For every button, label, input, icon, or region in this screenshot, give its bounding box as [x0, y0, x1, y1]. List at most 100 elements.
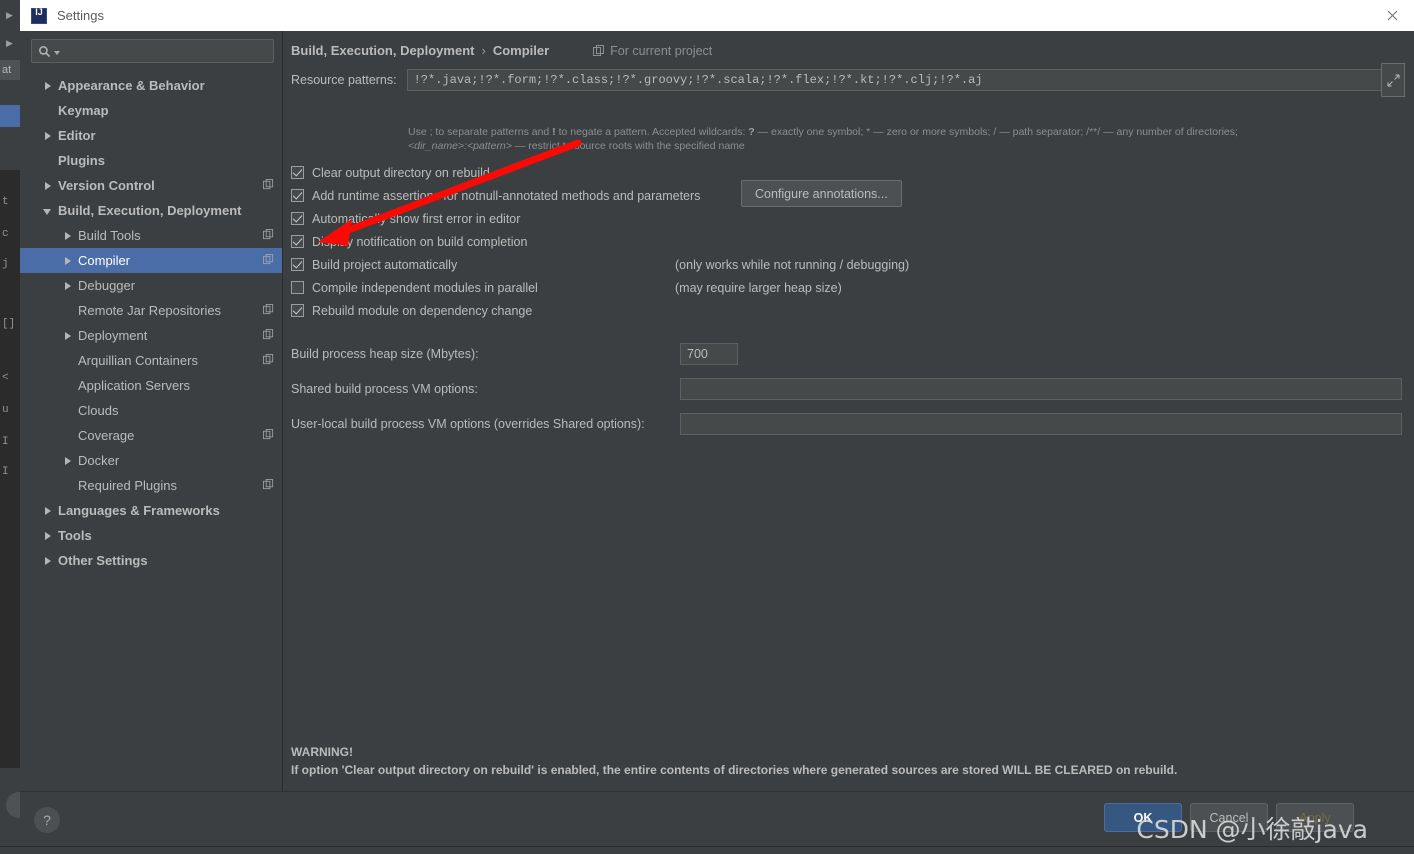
sidebar-item-label: Required Plugins [78, 478, 177, 493]
checkbox-label[interactable]: Add runtime assertions for notnull-annot… [312, 189, 700, 203]
checkbox-automatically-show-first-error-in-editor[interactable] [291, 212, 304, 225]
background-code-line: c [2, 228, 9, 240]
chevron-right-icon[interactable] [42, 505, 54, 517]
sidebar-item-arquillian-containers[interactable]: Arquillian Containers [20, 348, 282, 373]
chevron-right-icon[interactable] [42, 555, 54, 567]
chevron-down-icon[interactable] [42, 205, 54, 217]
chevron-right-icon[interactable] [62, 230, 74, 242]
sidebar-item-version-control[interactable]: Version Control [20, 173, 282, 198]
sidebar-item-label: Deployment [78, 328, 147, 343]
chevron-right-icon[interactable] [62, 330, 74, 342]
sidebar-item-languages-frameworks[interactable]: Languages & Frameworks [20, 498, 282, 523]
sidebar-item-appearance-behavior[interactable]: Appearance & Behavior [20, 73, 282, 98]
sidebar-item-label: Keymap [58, 103, 109, 118]
checkbox-display-notification-on-build-completion[interactable] [291, 235, 304, 248]
checkbox-rebuild-module-on-dependency-change[interactable] [291, 304, 304, 317]
checkbox-label[interactable]: Display notification on build completion [312, 235, 527, 249]
warning-message: WARNING! If option 'Clear output directo… [291, 743, 1404, 779]
project-scope-icon [263, 327, 274, 345]
checkbox-note: (only works while not running / debuggin… [675, 258, 909, 272]
input-user-local-build-process-vm-options-overrides-shared-options[interactable] [680, 413, 1402, 435]
background-code-line: [] [2, 318, 15, 330]
resource-patterns-row: Resource patterns: [291, 69, 1404, 91]
cancel-button[interactable]: Cancel [1190, 803, 1268, 832]
sidebar-item-debugger[interactable]: Debugger [20, 273, 282, 298]
project-scope-icon [263, 302, 274, 320]
window-bottom-bar [0, 846, 1414, 854]
project-scope-icon [263, 329, 274, 340]
sidebar-item-remote-jar-repositories[interactable]: Remote Jar Repositories [20, 298, 282, 323]
breadcrumb-current: Compiler [493, 43, 549, 58]
warning-body: If option 'Clear output directory on reb… [291, 761, 1404, 779]
close-icon [1386, 9, 1399, 22]
close-button[interactable] [1370, 0, 1414, 31]
compiler-field-list: Build process heap size (Mbytes):Shared … [291, 336, 1404, 441]
dialog-body: Appearance & Behavior Keymap EditorPlugins… [20, 31, 1414, 791]
sidebar-item-deployment[interactable]: Deployment [20, 323, 282, 348]
sidebar-item-label: Version Control [58, 178, 155, 193]
settings-tree: Appearance & Behavior Keymap EditorPlugins… [20, 73, 282, 573]
chevron-right-icon[interactable] [42, 80, 54, 92]
sidebar-item-label: Build, Execution, Deployment [58, 203, 241, 218]
breadcrumb-parent[interactable]: Build, Execution, Deployment [291, 43, 474, 58]
chevron-right-icon[interactable] [42, 530, 54, 542]
sidebar-item-editor[interactable]: Editor [20, 123, 282, 148]
configure-annotations-button[interactable]: Configure annotations... [741, 180, 902, 207]
sidebar-item-label: Appearance & Behavior [58, 78, 205, 93]
sidebar-item-label: Remote Jar Repositories [78, 303, 221, 318]
chevron-right-icon[interactable] [42, 130, 54, 142]
apply-button[interactable]: Apply [1276, 803, 1354, 832]
checkbox-label[interactable]: Clear output directory on rebuild [312, 166, 490, 180]
sidebar-item-clouds[interactable]: Clouds [20, 398, 282, 423]
sidebar-item-required-plugins[interactable]: Required Plugins [20, 473, 282, 498]
chevron-right-icon[interactable] [62, 455, 74, 467]
checkbox-label[interactable]: Rebuild module on dependency change [312, 304, 532, 318]
background-arrow-icon: ▶ [6, 38, 13, 49]
sidebar-item-other-settings[interactable]: Other Settings [20, 548, 282, 573]
sidebar-item-tools[interactable]: Tools [20, 523, 282, 548]
checkbox-compile-independent-modules-in-parallel[interactable] [291, 281, 304, 294]
search-input[interactable] [60, 43, 273, 59]
sidebar-item-compiler[interactable]: Compiler [20, 248, 282, 273]
sidebar-item-plugins[interactable]: Plugins [20, 148, 282, 173]
field-row: User-local build process VM options (ove… [291, 406, 1404, 441]
dialog-titlebar: Settings [20, 0, 1414, 31]
sidebar-item-keymap[interactable]: Keymap [20, 98, 282, 123]
chevron-right-icon[interactable] [62, 255, 74, 267]
checkbox-label[interactable]: Automatically show first error in editor [312, 212, 520, 226]
sidebar-item-coverage[interactable]: Coverage [20, 423, 282, 448]
sidebar-item-label: Coverage [78, 428, 134, 443]
search-box[interactable] [31, 39, 274, 63]
hint-text-c: to negate a pattern. Accepted wildcards: [556, 126, 749, 138]
sidebar-item-docker[interactable]: Docker [20, 448, 282, 473]
field-label: Build process heap size (Mbytes): [291, 347, 479, 361]
input-build-process-heap-size-mbytes[interactable] [680, 343, 738, 365]
checkbox-label[interactable]: Compile independent modules in parallel [312, 281, 538, 295]
help-button[interactable]: ? [34, 807, 60, 833]
sidebar-item-label: Languages & Frameworks [58, 503, 220, 518]
ok-button[interactable]: OK [1104, 803, 1182, 832]
sidebar-item-build-tools[interactable]: Build Tools [20, 223, 282, 248]
checkbox-add-runtime-assertions-for-notnull-annotated-methods-and-parameters[interactable] [291, 189, 304, 202]
input-shared-build-process-vm-options[interactable] [680, 378, 1402, 400]
project-scope-icon [263, 179, 274, 190]
sidebar-item-label: Compiler [78, 253, 130, 268]
checkbox-clear-output-directory-on-rebuild[interactable] [291, 166, 304, 179]
tree-spacer [42, 105, 54, 117]
background-highlight [0, 105, 20, 127]
resource-patterns-input[interactable] [407, 69, 1404, 91]
checkbox-build-project-automatically[interactable] [291, 258, 304, 271]
sidebar-item-label: Application Servers [78, 378, 190, 393]
project-scope-icon [263, 352, 274, 370]
sidebar-item-application-servers[interactable]: Application Servers [20, 373, 282, 398]
expand-field-button[interactable] [1381, 63, 1405, 97]
background-code-line: u [2, 404, 9, 416]
sidebar-item-label: Docker [78, 453, 119, 468]
background-code-line: < [2, 372, 9, 384]
checkbox-label[interactable]: Build project automatically [312, 258, 457, 272]
chevron-right-icon[interactable] [62, 280, 74, 292]
checkbox-row: Build project automatically (only works w… [291, 253, 1404, 276]
chevron-right-icon[interactable] [42, 180, 54, 192]
background-code-line: I [2, 436, 9, 448]
sidebar-item-build-execution-deployment[interactable]: Build, Execution, Deployment [20, 198, 282, 223]
